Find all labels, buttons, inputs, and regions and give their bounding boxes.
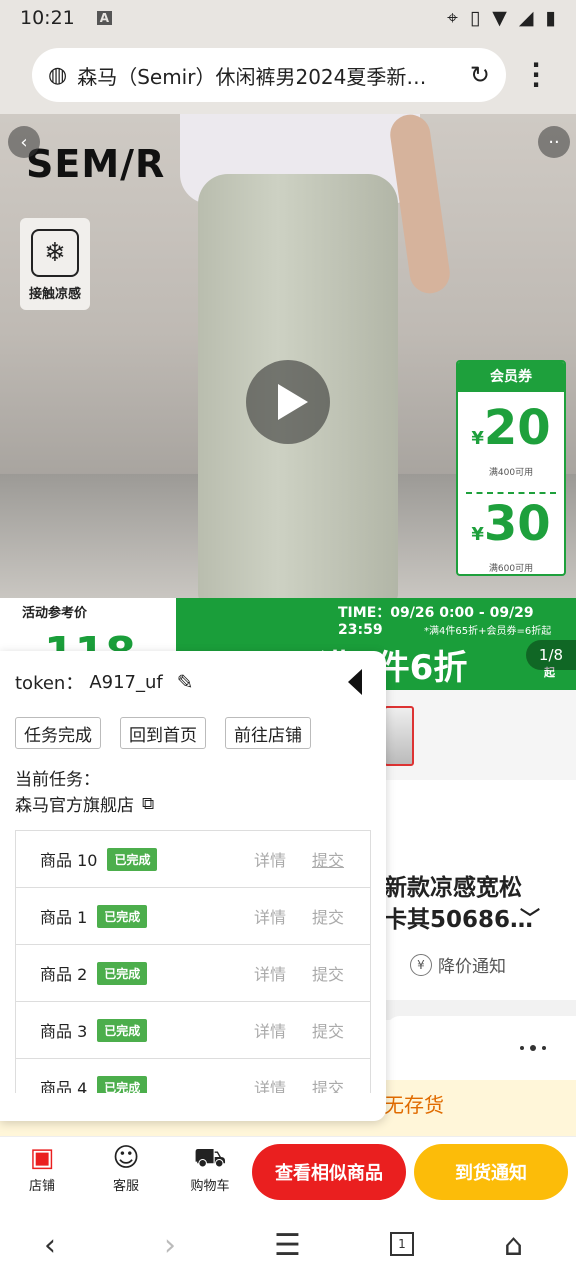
status-bar: 10:21 A ⌖ ▯ ▼ ◢ ▮ [0, 0, 576, 36]
copy-icon[interactable]: ⧉ [142, 794, 154, 814]
wifi-icon: ▼ [492, 7, 507, 29]
view-similar-button[interactable]: 查看相似商品 [252, 1144, 406, 1200]
cart-icon: ⛟ [193, 1143, 227, 1173]
menu-icon[interactable]: · · · [526, 53, 546, 97]
collapse-arrow-icon[interactable] [348, 669, 362, 695]
status-badge: 已完成 [97, 961, 148, 985]
clock: 10:21 [20, 7, 75, 29]
coupon-value: ¥20 [471, 400, 551, 456]
product-title-line2: 卡其50686… [384, 907, 534, 933]
current-store: 森马官方旗舰店 ⧉ [15, 793, 155, 817]
submit-link[interactable]: 提交 [312, 961, 344, 985]
task-complete-button[interactable]: 任务完成 [15, 717, 101, 749]
token-value: A917_uf [89, 671, 163, 693]
battery-icon: ▮ [545, 7, 556, 29]
reload-icon[interactable]: ↻ [470, 61, 490, 89]
detail-link[interactable]: 详情 [254, 847, 286, 871]
price-alert-button[interactable]: ¥ 降价通知 [410, 952, 506, 977]
forward-nav-icon[interactable]: › [164, 1228, 176, 1263]
detail-link[interactable]: 详情 [254, 961, 286, 985]
task-row: 商品 4 已完成 详情 提交 [16, 1059, 370, 1093]
status-badge: 已完成 [107, 847, 158, 871]
submit-link[interactable]: 提交 [312, 847, 344, 871]
token-line: token： A917_uf ✎ [15, 670, 194, 694]
task-panel: token： A917_uf ✎ 任务完成 回到首页 前往店铺 当前任务： 森马… [0, 651, 386, 1121]
task-row: 商品 10 已完成 详情 提交 [16, 831, 370, 888]
system-nav-bar: ‹ › ☰ 1 ⌂ [0, 1212, 576, 1280]
vibrate-icon: ▯ [469, 7, 481, 29]
task-row: 商品 3 已完成 详情 提交 [16, 1002, 370, 1059]
coupon-value: ¥30 [471, 496, 551, 552]
service-tab[interactable]: ☺ 客服 [96, 1141, 156, 1194]
snowflake-hand-icon: ❄ [31, 229, 79, 277]
back-icon[interactable]: ‹ [8, 126, 40, 158]
signal-icon: ◢ [518, 7, 534, 29]
promo-rule: *满4件65折+会员券=6折起 [424, 626, 552, 637]
detail-link[interactable]: 详情 [254, 1075, 286, 1093]
task-row: 商品 1 已完成 详情 提交 [16, 888, 370, 945]
detail-link[interactable]: 详情 [254, 1018, 286, 1042]
submit-link[interactable]: 提交 [312, 1075, 344, 1093]
play-video-button[interactable] [246, 360, 330, 444]
arrival-notify-button[interactable]: 到货通知 [414, 1144, 568, 1200]
tabs-nav-icon[interactable]: 1 [390, 1232, 414, 1256]
more-icon[interactable]: ·· [538, 126, 570, 158]
ref-price-label: 活动参考价 [22, 606, 88, 621]
store-tab[interactable]: ▣ 店铺 [12, 1141, 72, 1194]
image-pager: 1/8 [526, 640, 576, 670]
status-badge: 已完成 [97, 1075, 148, 1093]
task-row: 商品 2 已完成 详情 提交 [16, 945, 370, 1002]
coupon-condition: 满600可用 [488, 564, 534, 574]
url-field[interactable]: ◍ 森马（Semir）休闲裤男2024夏季新款凉感宽松 ↻ [32, 48, 506, 102]
options-card [386, 1016, 576, 1080]
go-store-button[interactable]: 前往店铺 [225, 717, 311, 749]
submit-link[interactable]: 提交 [312, 904, 344, 928]
current-task-label: 当前任务： [15, 770, 100, 790]
location-icon: ⌖ [447, 7, 458, 29]
chat-icon: ☺ [112, 1143, 140, 1173]
edit-icon[interactable]: ✎ [177, 670, 194, 694]
task-list: 商品 10 已完成 详情 提交 商品 1 已完成 详情 提交 商品 2 已完成 … [15, 830, 371, 1093]
status-badge: 已完成 [97, 904, 148, 928]
detail-link[interactable]: 详情 [254, 904, 286, 928]
url-title: 森马（Semir）休闲裤男2024夏季新款凉感宽松 [77, 64, 437, 89]
thumbnail[interactable] [384, 706, 414, 766]
home-button[interactable]: 回到首页 [120, 717, 206, 749]
cart-tab[interactable]: ⛟ 购物车 [180, 1141, 240, 1194]
submit-link[interactable]: 提交 [312, 1018, 344, 1042]
cool-touch-badge: ❄ 接触凉感 [20, 218, 90, 310]
bottom-action-bar: ▣ 店铺 ☺ 客服 ⛟ 购物车 查看相似商品 到货通知 [0, 1136, 576, 1212]
product-title: 新款凉感宽松 [384, 875, 522, 901]
coupon-condition: 满400可用 [488, 468, 534, 478]
product-hero-image[interactable]: SEM/R ‹ ·· ❄ 接触凉感 会员券 ¥20 满400可用 ¥30 满60… [0, 114, 576, 598]
status-badge: 已完成 [97, 1018, 148, 1042]
coupon-header: 会员券 [458, 362, 564, 392]
member-coupon[interactable]: 会员券 ¥20 满400可用 ¥30 满600可用 [456, 360, 566, 576]
home-nav-icon[interactable]: ⌂ [504, 1228, 523, 1263]
yen-icon: ¥ [410, 953, 432, 976]
chevron-down-icon[interactable]: ﹀ [520, 902, 540, 931]
sim-icon: A [96, 11, 113, 25]
back-nav-icon[interactable]: ‹ [44, 1228, 56, 1263]
browser-toolbar: ◍ 森马（Semir）休闲裤男2024夏季新款凉感宽松 ↻ ··· [0, 36, 576, 114]
globe-icon: ◍ [48, 62, 68, 88]
brand-logo: SEM/R [26, 142, 166, 186]
store-icon: ▣ [29, 1143, 55, 1173]
menu-nav-icon[interactable]: ☰ [274, 1228, 301, 1263]
carousel-dots [520, 1045, 546, 1051]
